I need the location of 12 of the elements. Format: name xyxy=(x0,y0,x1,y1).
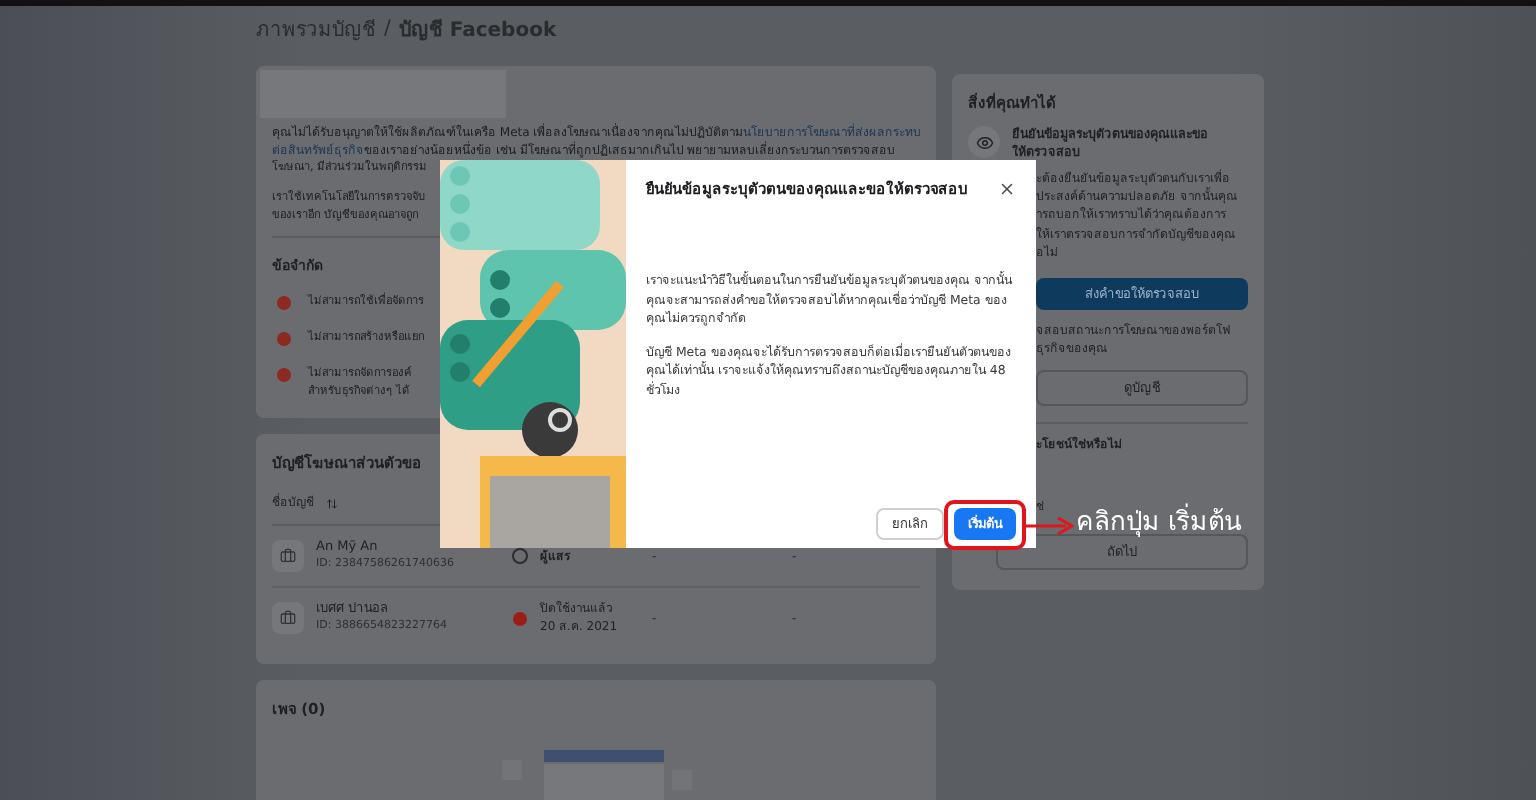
account-icon xyxy=(272,602,304,634)
warning-icon xyxy=(512,610,528,626)
highlight-frame xyxy=(944,500,1026,550)
warning-icon xyxy=(276,330,292,346)
breadcrumb-separator: / xyxy=(384,17,391,39)
sort-icon xyxy=(326,497,338,509)
warning-icon xyxy=(276,294,292,310)
account-icon xyxy=(272,540,304,572)
warning-icon xyxy=(276,366,292,382)
annotation-arrow xyxy=(1026,516,1074,536)
eye-icon xyxy=(968,126,1000,158)
close-icon[interactable] xyxy=(998,179,1016,197)
